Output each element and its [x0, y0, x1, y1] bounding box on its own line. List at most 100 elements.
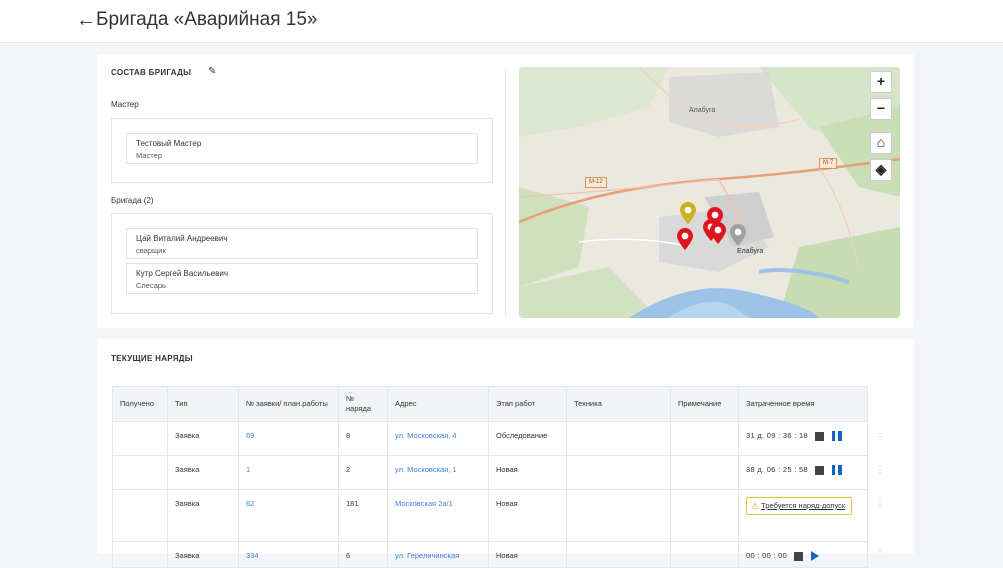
cell-order: 6 — [338, 541, 388, 568]
cell-received — [112, 489, 168, 542]
cell-received — [112, 421, 168, 456]
cell-equipment — [566, 541, 671, 568]
cell-address-link[interactable]: ул. Московская, 1 — [387, 455, 489, 490]
master-label: Мастер — [111, 100, 139, 109]
master-group: Тестовый Мастер Мастер — [111, 118, 493, 183]
cell-received — [112, 541, 168, 568]
cell-type: Заявка — [167, 541, 239, 568]
person-name: Тестовый Мастер — [136, 139, 202, 148]
permit-warning-link[interactable]: Требуется наряд-допуск — [761, 501, 845, 510]
column-header: Техника — [566, 386, 671, 422]
cell-order: 181 — [338, 489, 388, 542]
column-header: Адрес — [387, 386, 489, 422]
divider — [505, 68, 506, 318]
road-badge-m7: М-7 — [819, 158, 838, 169]
cell-equipment — [566, 455, 671, 490]
pause-icon[interactable] — [831, 465, 842, 476]
table-row[interactable]: Заявка 69 8 ул. Московская, 4 Обследован… — [112, 421, 868, 456]
brigade-group: Цай Виталий Андреевич сварщик Кутр Серге… — [111, 213, 493, 314]
row-menu-icon[interactable]: · · · — [878, 544, 882, 559]
layers-icon[interactable]: ◈ — [870, 159, 892, 181]
column-header: Тип — [167, 386, 239, 422]
row-menu-icon[interactable]: · · · — [878, 462, 882, 477]
stop-icon[interactable] — [794, 551, 804, 561]
column-header: Примечание — [670, 386, 739, 422]
zoom-out-button[interactable]: − — [870, 98, 892, 120]
elapsed-time: 00 : 00 : 00 — [746, 551, 788, 560]
map-marker-grey[interactable] — [730, 224, 746, 246]
cell-request-link[interactable]: 62 — [238, 489, 339, 542]
table-header-row: Получено Тип № заявки/ план.работы № нар… — [112, 386, 868, 422]
edit-pencil-icon[interactable]: ✎ — [208, 66, 216, 77]
cell-note — [670, 489, 739, 542]
map-canvas — [519, 67, 900, 318]
cell-time: 38 д. 06 : 25 : 58 — [738, 455, 868, 490]
person-name: Кутр Сергей Васильевич — [136, 269, 228, 278]
map-label-town-north: Алабуга — [689, 107, 716, 114]
member-card[interactable]: Кутр Сергей Васильевич Слесарь — [126, 263, 478, 294]
column-header: № наряда — [338, 386, 388, 422]
cell-note — [670, 541, 739, 568]
cell-address-link[interactable]: ул. Московская, 4 — [387, 421, 489, 456]
composition-title: СОСТАВ БРИГАДЫ — [111, 68, 192, 77]
person-role: сварщик — [136, 246, 166, 255]
cell-equipment — [566, 489, 671, 542]
cell-note — [670, 421, 739, 456]
cell-stage: Новая — [488, 541, 567, 568]
column-header: № заявки/ план.работы — [238, 386, 339, 422]
cell-received — [112, 455, 168, 490]
road-badge-m12: М-12 — [585, 177, 607, 188]
row-menu-icon[interactable]: · · · — [878, 429, 882, 444]
cell-request-link[interactable]: 334 — [238, 541, 339, 568]
elapsed-time: 31 д. 09 : 36 : 18 — [746, 431, 808, 440]
cell-type: Заявка — [167, 421, 239, 456]
back-arrow-icon[interactable]: ← — [76, 10, 96, 30]
cell-order: 2 — [338, 455, 388, 490]
cell-note — [670, 455, 739, 490]
cell-address-link[interactable]: ул. Гереличинская — [387, 541, 489, 568]
orders-title: ТЕКУЩИЕ НАРЯДЫ — [111, 354, 193, 363]
cell-request-link[interactable]: 69 — [238, 421, 339, 456]
cell-stage: Новая — [488, 489, 567, 542]
map-label-town-main: Елабуга — [737, 248, 764, 255]
column-header: Получено — [112, 386, 168, 422]
cell-order: 8 — [338, 421, 388, 456]
elapsed-time: 38 д. 06 : 25 : 58 — [746, 465, 808, 474]
cell-address-link[interactable]: Московская 2а/1 — [387, 489, 489, 542]
warning-icon: ⚠ — [751, 501, 760, 512]
cell-time: ⚠ Требуется наряд-допуск — [738, 489, 868, 542]
cell-type: Заявка — [167, 455, 239, 490]
map-marker-red[interactable] — [710, 222, 726, 244]
person-role: Слесарь — [136, 281, 166, 290]
column-header: Этап работ — [488, 386, 567, 422]
cell-request-link[interactable]: 1 — [238, 455, 339, 490]
orders-table: Получено Тип № заявки/ план.работы № нар… — [112, 386, 868, 568]
home-icon[interactable]: ⌂ — [870, 132, 892, 154]
map-marker-yellow[interactable] — [680, 202, 696, 224]
cell-stage: Обследование — [488, 421, 567, 456]
page-title: Бригада «Аварийная 15» — [96, 9, 318, 30]
stop-icon[interactable] — [814, 465, 824, 475]
top-bar: ← Бригада «Аварийная 15» — [0, 0, 1003, 43]
cell-time: 31 д. 09 : 36 : 18 — [738, 421, 868, 456]
pause-icon[interactable] — [831, 431, 842, 442]
table-row[interactable]: Заявка 1 2 ул. Московская, 1 Новая 38 д.… — [112, 455, 868, 490]
play-icon[interactable] — [811, 551, 820, 562]
master-card[interactable]: Тестовый Мастер Мастер — [126, 133, 478, 164]
permit-warning[interactable]: ⚠ Требуется наряд-допуск — [746, 497, 853, 516]
person-name: Цай Виталий Андреевич — [136, 234, 228, 243]
member-card[interactable]: Цай Виталий Андреевич сварщик — [126, 228, 478, 259]
table-row[interactable]: Заявка 334 6 ул. Гереличинская Новая 00 … — [112, 541, 868, 568]
cell-time: 00 : 00 : 00 — [738, 541, 868, 568]
map-marker-red[interactable] — [677, 228, 693, 250]
map[interactable]: Алабуга Елабуга М-12 М-7 + − ⌂ ◈ — [519, 67, 900, 318]
column-header: Затраченное время — [738, 386, 868, 422]
cell-type: Заявка — [167, 489, 239, 542]
person-role: Мастер — [136, 151, 162, 160]
cell-stage: Новая — [488, 455, 567, 490]
table-row[interactable]: Заявка 62 181 Московская 2а/1 Новая ⚠ Тр… — [112, 489, 868, 542]
zoom-in-button[interactable]: + — [870, 71, 892, 93]
brigade-label: Бригада (2) — [111, 196, 154, 205]
row-menu-icon[interactable]: · · · — [878, 497, 882, 512]
stop-icon[interactable] — [814, 431, 824, 441]
